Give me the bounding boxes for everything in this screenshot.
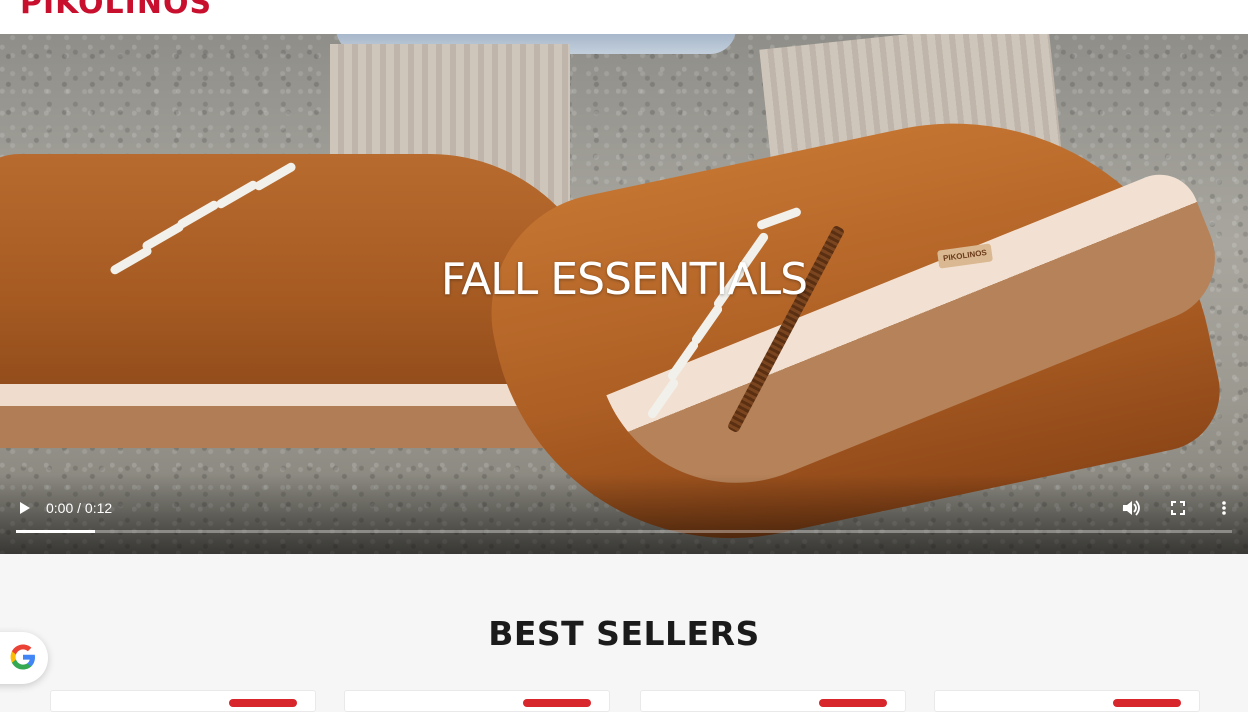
more-icon[interactable] <box>1216 498 1232 518</box>
google-icon <box>10 644 35 670</box>
product-tag <box>229 699 297 707</box>
main-nav <box>340 0 610 4</box>
google-reviews-badge[interactable] <box>0 632 48 684</box>
product-card[interactable] <box>640 690 906 712</box>
video-time: 0:00 / 0:12 <box>46 500 113 516</box>
hero-title: FALL ESSENTIALS <box>440 254 808 305</box>
product-card[interactable] <box>50 690 316 712</box>
volume-icon[interactable] <box>1120 498 1142 518</box>
video-controls-shade <box>0 474 1248 554</box>
fullscreen-icon[interactable] <box>1168 498 1188 518</box>
video-progress-fill <box>16 530 96 533</box>
search-icon[interactable] <box>1178 0 1194 4</box>
product-card[interactable] <box>344 690 610 712</box>
product-tag <box>523 699 591 707</box>
bag-icon[interactable] <box>1212 0 1228 4</box>
best-sellers-title: BEST SELLERS <box>488 614 760 653</box>
product-tag <box>1113 699 1181 707</box>
play-icon[interactable] <box>14 498 34 518</box>
user-icon[interactable] <box>1144 0 1160 4</box>
header-icons <box>1144 0 1228 4</box>
brand-logo[interactable]: PIKOLINOS <box>20 0 212 21</box>
product-card[interactable] <box>934 690 1200 712</box>
product-tag <box>819 699 887 707</box>
hero-video[interactable]: PIKOLINOS FALL ESSENTIALS 0:00 / 0:12 <box>0 34 1248 554</box>
video-progress-bar[interactable] <box>16 530 1232 533</box>
site-header: PIKOLINOS <box>0 0 1248 35</box>
